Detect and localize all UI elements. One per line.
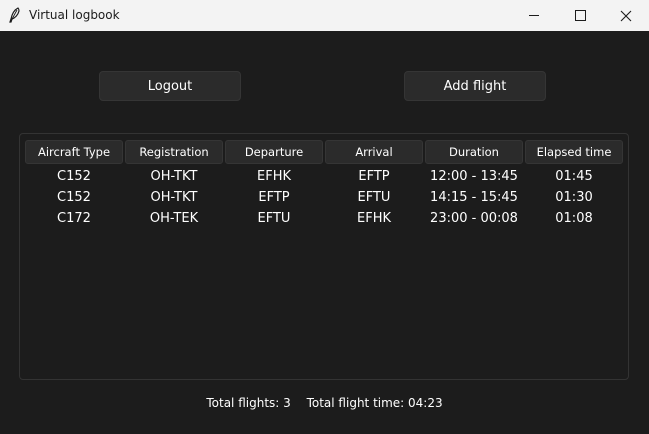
table-row[interactable]: C152 OH-TKT EFTP EFTU 14:15 - 15:45 01:3… — [20, 190, 630, 210]
cell-arrival: EFTP — [358, 169, 390, 184]
window-title: Virtual logbook — [29, 8, 120, 22]
cell-elapsed-time: 01:08 — [555, 211, 593, 226]
cell-duration: 14:15 - 15:45 — [430, 190, 518, 205]
title-bar[interactable]: Virtual logbook — [0, 0, 649, 31]
add-flight-button[interactable]: Add flight — [404, 71, 546, 101]
cell-registration: OH-TKT — [150, 169, 198, 184]
cell-registration: OH-TKT — [150, 190, 198, 205]
table-row[interactable]: C172 OH-TEK EFTU EFHK 23:00 - 00:08 01:0… — [20, 211, 630, 231]
summary-bar: Total flights: 3 Total flight time: 04:2… — [0, 396, 649, 410]
cell-arrival: EFHK — [357, 211, 391, 226]
total-flights-label: Total flights: 3 — [206, 396, 291, 410]
cell-aircraft-type: C152 — [57, 169, 91, 184]
cell-elapsed-time: 01:45 — [555, 169, 593, 184]
logout-button[interactable]: Logout — [99, 71, 241, 101]
flights-table: Aircraft Type Registration Departure Arr… — [19, 133, 629, 380]
column-header-departure[interactable]: Departure — [225, 140, 323, 164]
close-icon — [620, 10, 632, 21]
column-header-duration[interactable]: Duration — [425, 140, 523, 164]
cell-arrival: EFTU — [357, 190, 391, 205]
column-header-elapsed-time[interactable]: Elapsed time — [525, 140, 623, 164]
cell-registration: OH-TEK — [149, 211, 199, 226]
cell-departure: EFTP — [258, 190, 290, 205]
cell-departure: EFHK — [257, 169, 291, 184]
cell-elapsed-time: 01:30 — [555, 190, 593, 205]
maximize-icon — [574, 10, 586, 21]
cell-aircraft-type: C172 — [57, 211, 91, 226]
column-header-arrival[interactable]: Arrival — [325, 140, 423, 164]
feather-icon — [9, 7, 20, 23]
column-header-aircraft-type[interactable]: Aircraft Type — [25, 140, 123, 164]
table-row[interactable]: C152 OH-TKT EFHK EFTP 12:00 - 13:45 01:4… — [20, 169, 630, 189]
minimize-icon — [529, 15, 539, 16]
cell-duration: 12:00 - 13:45 — [430, 169, 518, 184]
minimize-button[interactable] — [511, 0, 557, 31]
cell-duration: 23:00 - 00:08 — [430, 211, 518, 226]
app-window: Virtual logbook Logout Add flight Aircra… — [0, 0, 649, 434]
cell-aircraft-type: C152 — [57, 190, 91, 205]
close-button[interactable] — [603, 0, 649, 31]
total-flight-time-label: Total flight time: 04:23 — [306, 396, 443, 410]
cell-departure: EFTU — [257, 211, 291, 226]
maximize-button[interactable] — [557, 0, 603, 31]
column-header-registration[interactable]: Registration — [125, 140, 223, 164]
